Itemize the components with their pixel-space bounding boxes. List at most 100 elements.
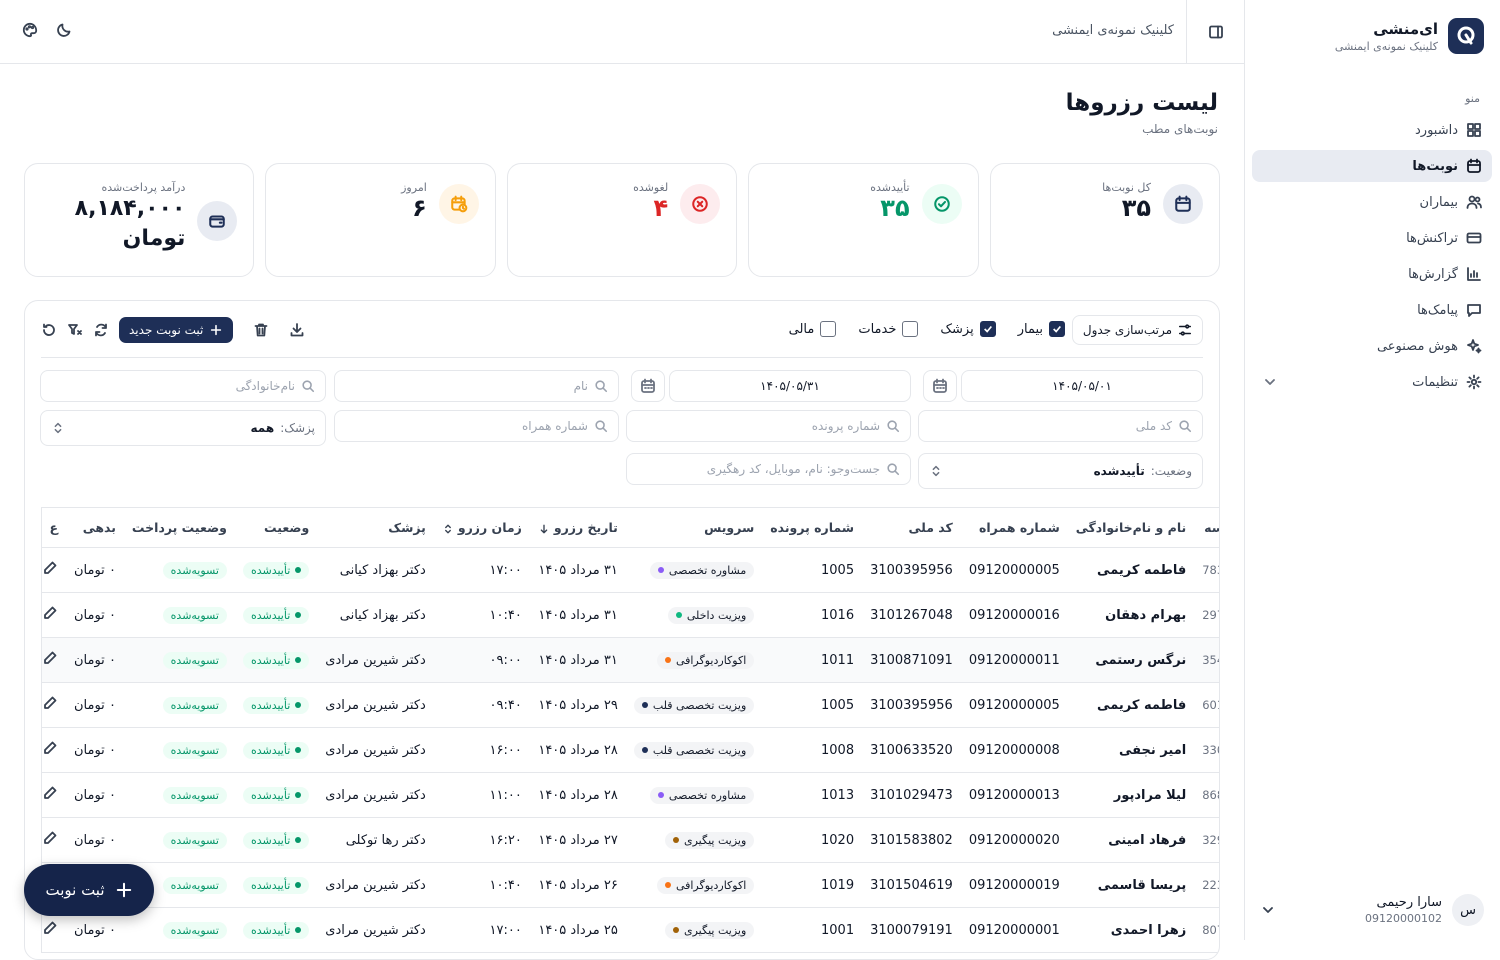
edit-icon[interactable] xyxy=(42,785,58,801)
edit-icon[interactable] xyxy=(42,830,58,846)
edit-icon[interactable] xyxy=(42,650,58,666)
new-appointment-fab[interactable]: ثبت نوبت xyxy=(24,864,154,916)
name-input[interactable]: نام xyxy=(334,370,619,402)
table-row[interactable]: 783133فاطمه کریمی09120000005310039595610… xyxy=(41,547,1219,593)
cell-date: ۲۵ مرداد ۱۴۰۵ xyxy=(529,907,626,953)
gear-icon xyxy=(1466,374,1482,390)
table-header-row: شناسه نام و نام‌خانوادگی شماره همراه کد ملی… xyxy=(41,507,1219,548)
sidebar-item-reports[interactable]: گزارش‌ها xyxy=(1252,258,1492,290)
calendar-icon[interactable] xyxy=(631,370,665,402)
status-select[interactable]: وضعیت: تأییدشده xyxy=(918,453,1203,489)
doctor-select[interactable]: پزشک: همه xyxy=(40,410,326,446)
cell-national-code: 3100633520 xyxy=(862,727,961,773)
checkbox-empty-icon[interactable] xyxy=(820,321,837,337)
table-row[interactable]: 807853زهرا احمدی091200000013100079191100… xyxy=(41,907,1219,953)
users-icon xyxy=(1466,194,1482,210)
edit-icon[interactable] xyxy=(42,920,58,936)
moon-icon[interactable] xyxy=(56,22,72,38)
cell-status: تأییدشده xyxy=(234,727,318,773)
sidebar-item-settings[interactable]: تنظیمات xyxy=(1252,366,1492,398)
date-from-field[interactable]: ۱۴۰۵/۰۵/۰۱ xyxy=(961,370,1203,402)
chevron-down-icon[interactable] xyxy=(1262,374,1278,390)
cell-debt: ۰ تومان xyxy=(66,547,124,593)
cell-date: ۲۷ مرداد ۱۴۰۵ xyxy=(529,817,626,863)
cell-status: تأییدشده xyxy=(234,547,318,593)
sidebar-item-sms[interactable]: پیامک‌ها xyxy=(1252,294,1492,326)
checkbox-checked-icon[interactable] xyxy=(1049,321,1065,337)
edit-icon[interactable] xyxy=(42,560,58,576)
toggle-doctor[interactable]: پزشک xyxy=(940,321,996,337)
calendar-icon[interactable] xyxy=(923,370,957,402)
checkbox-empty-icon[interactable] xyxy=(902,321,919,337)
refresh-icon[interactable] xyxy=(93,322,109,338)
table-row[interactable]: 868874لیلا مرادپور0912000001331010294731… xyxy=(41,772,1219,818)
file-number-input[interactable]: شماره پرونده xyxy=(626,410,911,442)
table-row[interactable]: 601703فاطمه کریمی09120000005310039595610… xyxy=(41,682,1219,728)
divider xyxy=(41,357,1203,358)
cell-service: ویزیت داخلی xyxy=(625,592,763,638)
doctor-select-label: پزشک: xyxy=(280,421,315,435)
sidebar-item-transactions[interactable]: تراکنش‌ها xyxy=(1252,222,1492,254)
cell-national-code: 3100395956 xyxy=(862,547,961,593)
edit-icon[interactable] xyxy=(42,740,58,756)
palette-icon[interactable] xyxy=(22,22,38,38)
chevron-down-icon[interactable] xyxy=(1260,902,1276,918)
toggle-label: خدمات xyxy=(858,321,897,337)
search-icon xyxy=(594,379,608,393)
toggle-patient[interactable]: بیمار xyxy=(1018,321,1065,337)
logo xyxy=(1448,18,1484,54)
filter-clear-icon[interactable] xyxy=(67,322,83,338)
mobile-input[interactable]: شماره همراه xyxy=(334,410,619,442)
reset-icon[interactable] xyxy=(41,322,57,338)
edit-icon[interactable] xyxy=(42,605,58,621)
table-row[interactable]: 223318پریسا قاسمی09120000019310150461910… xyxy=(41,862,1219,908)
sidebar-item-ai[interactable]: هوش مصنوعی xyxy=(1252,330,1492,362)
checkbox-checked-icon[interactable] xyxy=(979,321,996,337)
status-badge: تأییدشده xyxy=(242,651,310,669)
search-icon xyxy=(886,462,900,476)
download-icon[interactable] xyxy=(289,322,305,338)
status-badge: تأییدشده xyxy=(242,606,310,624)
service-badge: اکوکاردیوگرافی xyxy=(656,651,755,669)
global-search-input[interactable]: جست‌وجو: نام، موبایل، کد رهگیری xyxy=(626,453,911,485)
date-to-value: ۱۴۰۵/۰۵/۳۱ xyxy=(760,379,820,393)
toggle-label: پزشک xyxy=(940,321,974,337)
national-code-input[interactable]: کد ملی xyxy=(918,410,1203,442)
table-row[interactable]: 354027نرگس رستمی091200000113100871091101… xyxy=(41,637,1219,683)
table-row[interactable]: 297988بهرام دهقان09120000016310126704810… xyxy=(41,592,1219,638)
sidebar-toggle-button[interactable] xyxy=(1186,0,1244,63)
search-icon xyxy=(594,419,608,433)
toggle-financial[interactable]: مالی xyxy=(789,321,837,337)
table-row[interactable]: 330585امیر نجفی0912000000831006335201008… xyxy=(41,727,1219,773)
name-placeholder: نام xyxy=(573,379,588,393)
cell-service: ویزیت پیگیری xyxy=(625,817,763,863)
national-code-placeholder: کد ملی xyxy=(1135,419,1172,433)
sort-table-button[interactable]: مرتب‌سازی جدول xyxy=(1071,315,1203,345)
user-profile[interactable]: س سارا رحیمی 09120000102 xyxy=(1260,894,1484,926)
toggle-label: مالی xyxy=(788,321,815,337)
stat-card-cancelled: لغوشده ۴ xyxy=(506,163,738,277)
cell-mobile: 09120000013 xyxy=(960,772,1068,818)
sidebar-item-patients[interactable]: بیماران xyxy=(1252,186,1492,218)
column-toggles: بیمار پزشک خدمات مالی xyxy=(789,321,1065,337)
sidebar-item-label: نوبت‌ها xyxy=(1412,158,1458,174)
column-header[interactable]: تاریخ رزرو xyxy=(529,507,626,548)
cell-national-code: 3100871091 xyxy=(862,637,961,683)
topbar: کلینیک نمونه‌ی ایمنشی xyxy=(0,0,1244,64)
cell-time: ۱۶:۰۰ xyxy=(433,727,530,773)
edit-icon[interactable] xyxy=(42,695,58,711)
family-input[interactable]: نام‌خانوادگی xyxy=(40,370,326,402)
new-appointment-button[interactable]: ثبت نوبت جدید xyxy=(119,317,234,343)
table-row[interactable]: 329898فرهاد امینی09120000020310158380210… xyxy=(41,817,1219,863)
cell-actions xyxy=(41,727,66,773)
toggle-services[interactable]: خدمات xyxy=(858,321,919,337)
sidebar-item-dashboard[interactable]: داشبورد xyxy=(1252,114,1492,146)
cell-doctor: دکتر شیرین مرادی xyxy=(317,682,434,728)
service-label: ویزیت تخصصی قلب xyxy=(652,698,747,712)
cell-national-code: 3101029473 xyxy=(862,772,961,818)
date-to-field[interactable]: ۱۴۰۵/۰۵/۳۱ xyxy=(669,370,911,402)
column-header[interactable]: زمان رزرو xyxy=(433,507,530,548)
cell-payment-status: تسویه‌شده xyxy=(123,592,235,638)
trash-icon[interactable] xyxy=(253,322,269,338)
sidebar-item-appointments[interactable]: نوبت‌ها xyxy=(1252,150,1492,182)
